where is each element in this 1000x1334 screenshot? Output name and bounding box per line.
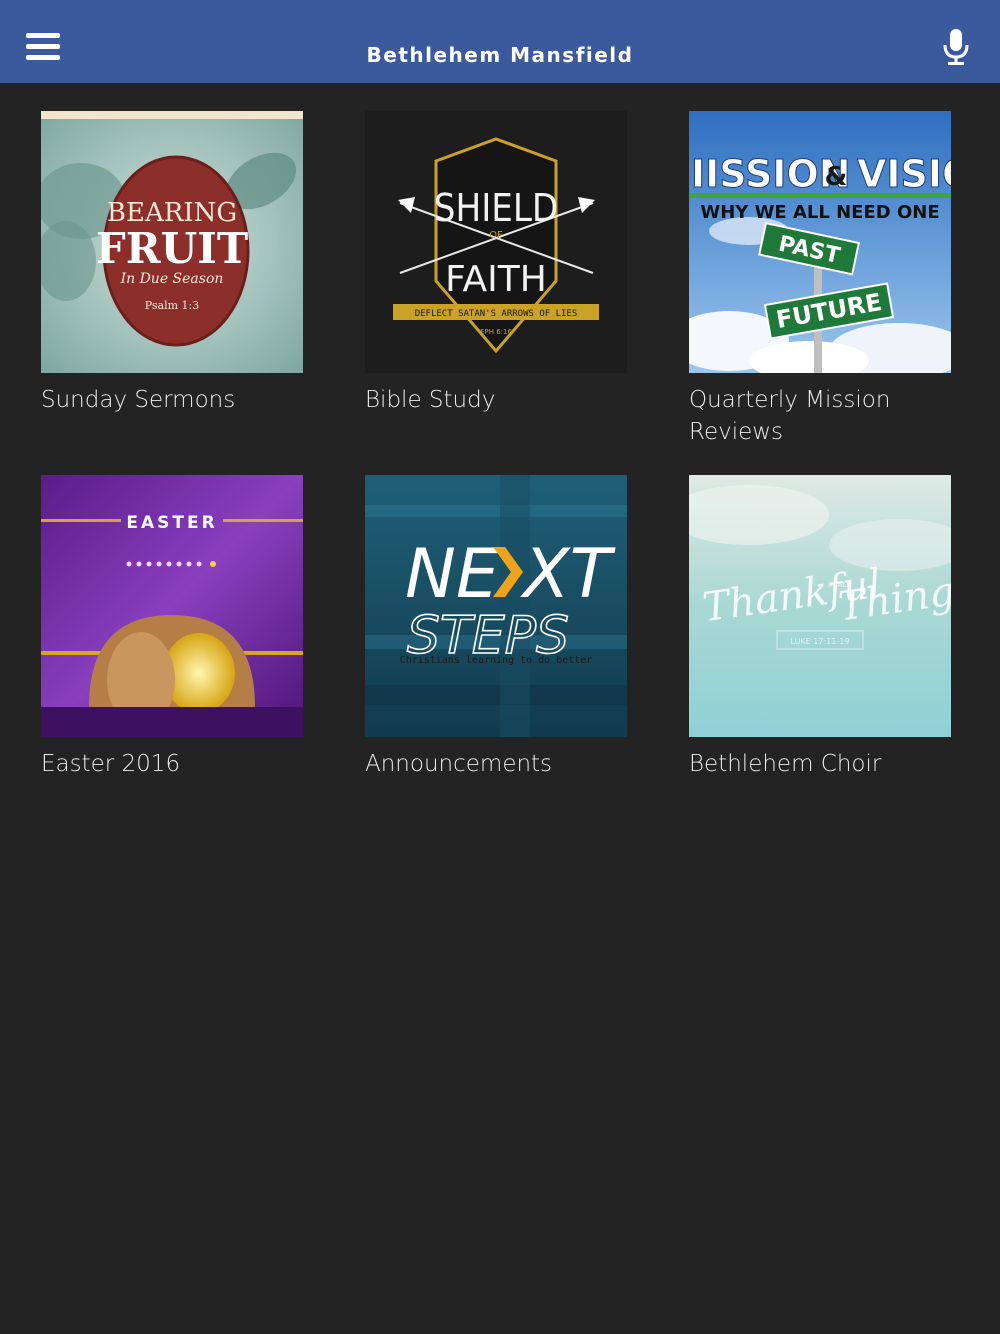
tile-caption: Easter 2016 <box>41 751 181 777</box>
artwork-text: VISIO <box>857 152 951 196</box>
tile-caption: Announcements <box>365 751 553 777</box>
series-artwork: BEARING FRUIT In Due Season Psalm 1:3 <box>41 111 303 373</box>
series-artwork: NE XT STEPS Christians learning to do be… <box>365 475 627 737</box>
app-header: Bethlehem Mansfield <box>0 0 1000 83</box>
artwork-text: XT <box>520 535 616 614</box>
page-title: Bethlehem Mansfield <box>366 43 634 67</box>
artwork-text: EASTER <box>126 513 217 533</box>
series-artwork: SHIELD OF FAITH DEFLECT SATAN'S ARROWS O… <box>365 111 627 373</box>
artwork-text: FRUIT <box>96 224 248 273</box>
artwork-text: NE <box>405 535 499 614</box>
artwork-text: In Due Season <box>120 271 224 287</box>
artwork-text: FAITH <box>445 259 547 300</box>
series-artwork: Thankful IN ALL Things LUKE 17:11-19 <box>689 475 951 737</box>
microphone-icon[interactable] <box>942 28 970 66</box>
artwork-text: & <box>825 162 848 192</box>
series-artwork: EASTER <box>41 475 303 737</box>
tile-caption: Sunday Sermons <box>41 387 236 413</box>
tile-caption: Quarterly Mission Reviews <box>689 387 891 445</box>
artwork-text: Psalm 1:3 <box>145 299 199 312</box>
artwork-text: OF <box>489 230 503 241</box>
artwork-text: LUKE 17:11-19 <box>791 637 850 646</box>
artwork-text: EPH 6:16 <box>480 328 512 336</box>
artwork-text: WHY WE ALL NEED ONE <box>700 202 939 223</box>
artwork-text: DEFLECT SATAN'S ARROWS OF LIES <box>415 309 578 319</box>
tile-caption: Bethlehem Choir <box>689 751 882 777</box>
artwork-text: SHIELD <box>434 186 558 230</box>
series-artwork: IISSION & VISIO WHY WE ALL NEED ONE PAST… <box>689 111 951 373</box>
tile-caption: Bible Study <box>365 387 496 413</box>
artwork-text: Christians learning to do better <box>400 655 593 666</box>
